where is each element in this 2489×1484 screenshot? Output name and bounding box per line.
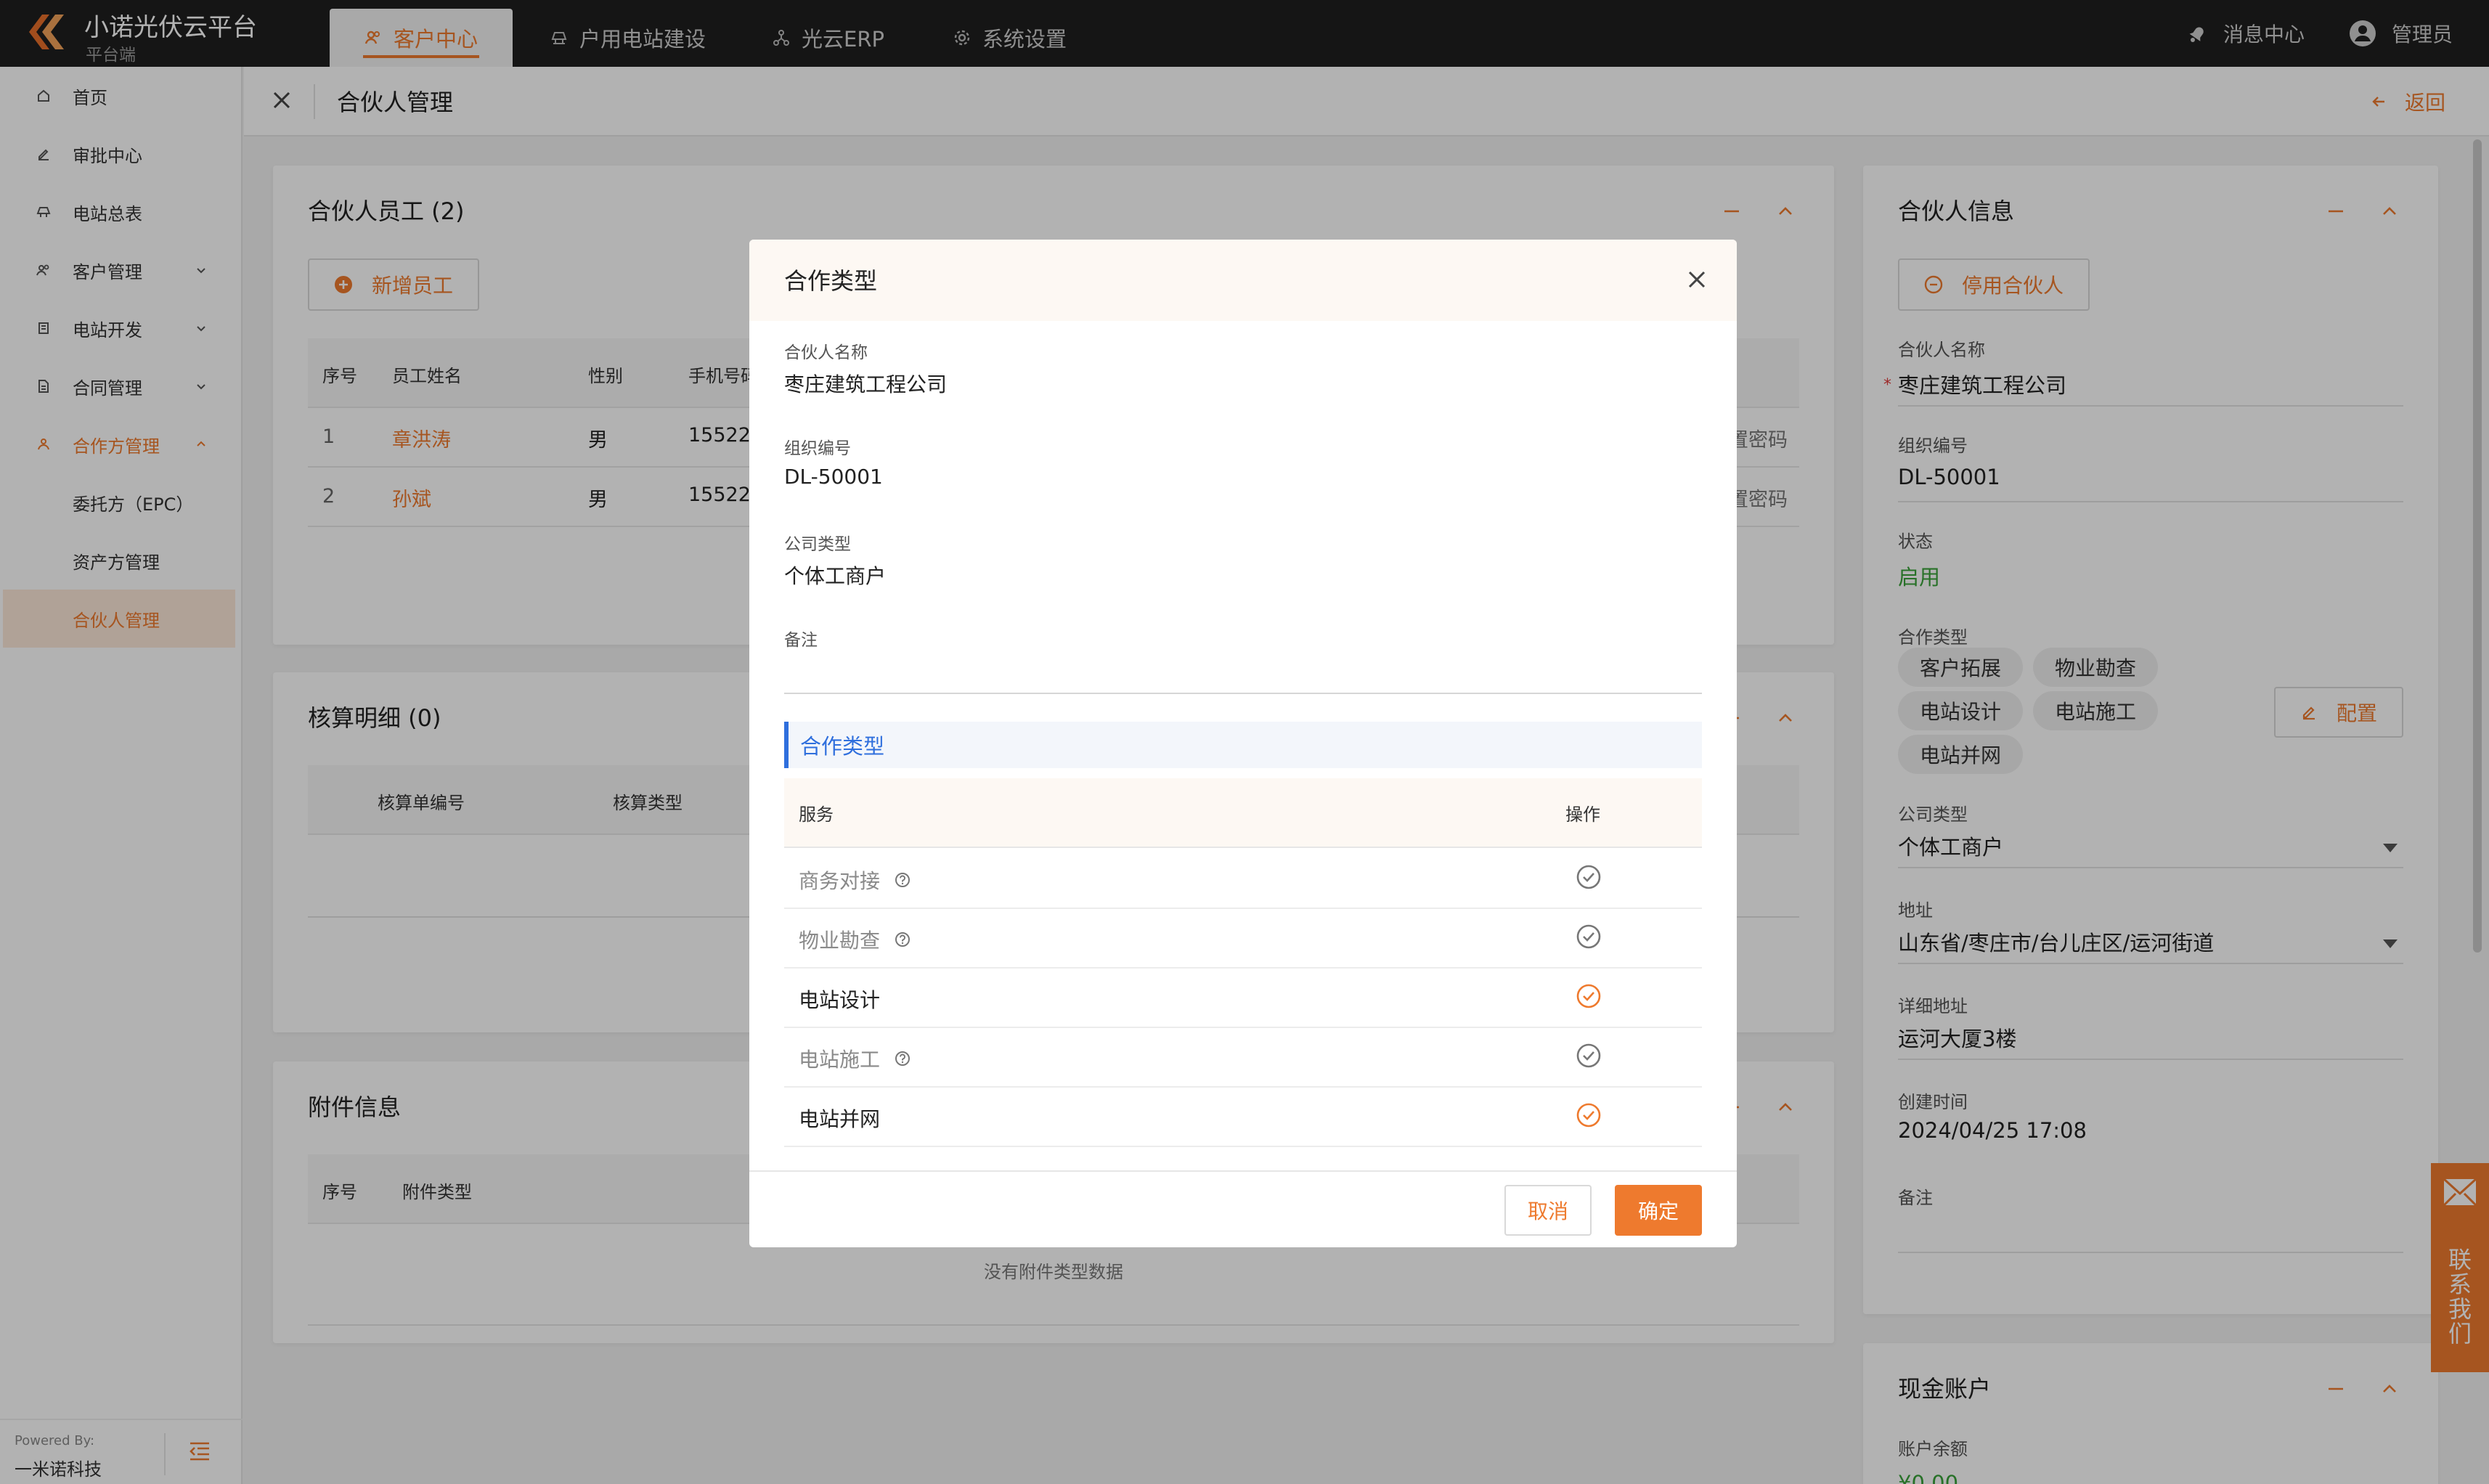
check-circle-icon[interactable] [1576,924,1602,950]
table-row: 电站并网 [784,1088,1702,1147]
service-name: 电站并网 [799,1104,880,1133]
close-icon[interactable] [1685,267,1709,292]
section-title: 合作类型 [784,722,1702,768]
help-icon[interactable] [895,872,911,888]
check-circle-icon[interactable] [1576,1043,1602,1069]
company-type-value: 个体工商户 [784,564,887,588]
column-header: 操作 [1565,804,1600,825]
check-circle-icon-selected[interactable] [1576,1102,1602,1128]
service-label: 电站并网 [799,1107,881,1131]
column-header: 服务 [799,804,834,825]
service-name: 电站设计 [799,984,880,1014]
field-label: 合伙人名称 [784,343,868,362]
service-label: 物业勘查 [799,929,881,953]
table-row: 电站设计 [784,969,1702,1028]
service-label: 电站施工 [799,1048,881,1072]
dialog-header: 合作类型 [749,240,1737,321]
table-row: 电站施工 [784,1028,1702,1088]
confirm-button[interactable]: 确定 [1615,1185,1702,1236]
help-icon[interactable] [895,931,911,947]
table-row: 物业勘查 [784,909,1702,969]
field-label: 公司类型 [784,535,851,554]
field-label: 组织编号 [784,439,851,458]
field-label: 备注 [784,631,818,650]
dialog-footer: 取消 确定 [749,1170,1737,1247]
service-name: 物业勘查 [799,925,911,954]
service-name: 电站施工 [799,1044,911,1073]
check-circle-icon-selected[interactable] [1576,983,1602,1009]
remark-field[interactable] [784,693,1702,694]
help-icon[interactable] [895,1051,911,1067]
table-header: 服务 操作 [784,778,1702,848]
org-number-value: DL-50001 [784,465,883,489]
check-circle-icon[interactable] [1576,864,1602,890]
service-name: 商务对接 [799,865,911,894]
table-row: 商务对接 [784,849,1702,909]
partner-name-value: 枣庄建筑工程公司 [784,372,948,396]
dialog-title: 合作类型 [784,267,878,295]
service-label: 电站设计 [799,988,881,1012]
cancel-button[interactable]: 取消 [1504,1185,1592,1236]
coop-type-dialog: 合作类型 合伙人名称 枣庄建筑工程公司 组织编号 DL-50001 公司类型 个… [749,240,1737,1247]
service-label: 商务对接 [799,869,881,893]
